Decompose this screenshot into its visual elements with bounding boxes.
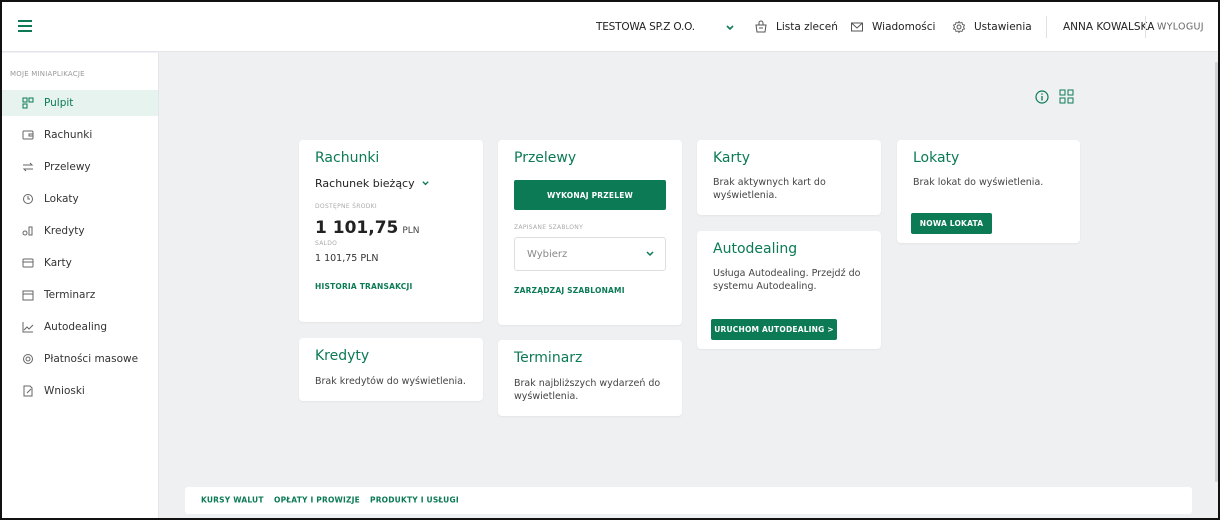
company-name[interactable]: TESTOWA SP.Z O.O. xyxy=(596,21,695,33)
top-bar: TESTOWA SP.Z O.O. Lista zleceń Wiadomośc… xyxy=(2,2,1218,52)
sidebar-item-label: Terminarz xyxy=(44,289,96,301)
separator xyxy=(1046,16,1047,38)
sidebar-item-lokaty[interactable]: Lokaty xyxy=(2,186,158,212)
cards-empty-text: Brak aktywnych kart do wyświetlenia. xyxy=(713,177,826,201)
info-icon[interactable] xyxy=(1035,90,1049,104)
envelope-icon xyxy=(851,22,863,32)
schedule-empty-text: Brak najbliższych wydarzeń do wyświetlen… xyxy=(514,378,661,402)
card-icon xyxy=(22,258,34,268)
chevron-down-icon xyxy=(646,251,654,257)
sidebar-item-label: Lokaty xyxy=(44,193,79,205)
orders-link[interactable]: Lista zleceń xyxy=(754,18,838,36)
dashboard-icon xyxy=(22,97,34,109)
templates-placeholder: Wybierz xyxy=(527,248,568,260)
launch-autodealing-button[interactable]: URUCHOM AUTODEALING > xyxy=(711,319,837,340)
autodealing-title: Autodealing xyxy=(713,241,798,257)
calendar-icon xyxy=(22,290,34,301)
settings-link[interactable]: Ustawienia xyxy=(952,18,1032,36)
exchange-rates-link[interactable]: KURSY WALUT xyxy=(201,496,264,505)
products-link[interactable]: PRODUKTY I USŁUGI xyxy=(370,496,459,505)
cards-card: Karty Brak aktywnych kart do wyświetleni… xyxy=(697,140,881,215)
credit-icon xyxy=(22,226,33,236)
footer-bar: KURSY WALUT OPŁATY I PROWIZJE PRODUKTY I… xyxy=(185,487,1192,514)
user-name[interactable]: ANNA KOWALSKA xyxy=(1063,21,1154,33)
gear-icon xyxy=(952,20,966,34)
sidebar-item-pulpit[interactable]: Pulpit xyxy=(2,90,158,116)
messages-label: Wiadomości xyxy=(872,21,936,33)
accounts-card: Rachunki Rachunek bieżący DOSTĘPNE ŚRODK… xyxy=(299,140,483,322)
sidebar-item-wnioski[interactable]: Wnioski xyxy=(2,378,158,404)
schedule-card: Terminarz Brak najbliższych wydarzeń do … xyxy=(498,340,682,416)
sidebar-item-przelewy[interactable]: Przelewy xyxy=(2,154,158,180)
messages-link[interactable]: Wiadomości xyxy=(850,18,935,36)
chevron-down-icon[interactable] xyxy=(724,20,736,34)
balance-label: SALDO xyxy=(315,240,338,247)
sidebar-item-terminarz[interactable]: Terminarz xyxy=(2,282,158,308)
transfers-title: Przelewy xyxy=(514,150,577,166)
execute-transfer-button[interactable]: WYKONAJ PRZELEW xyxy=(514,180,666,210)
sidebar-item-label: Kredyty xyxy=(44,225,85,237)
deposits-card: Lokaty Brak lokat do wyświetlenia. NOWA … xyxy=(897,140,1080,243)
settings-label: Ustawienia xyxy=(974,21,1032,33)
separator xyxy=(1145,16,1146,38)
account-select[interactable]: Rachunek bieżący xyxy=(315,177,430,190)
chart-icon xyxy=(22,322,34,333)
saved-templates-label: ZAPISANE SZABLONY xyxy=(514,224,584,231)
app-frame: TESTOWA SP.Z O.O. Lista zleceń Wiadomośc… xyxy=(0,0,1220,520)
sidebar-item-kredyty[interactable]: Kredyty xyxy=(2,218,158,244)
available-amount: 1 101,75 xyxy=(315,218,399,238)
sidebar-item-label: Pulpit xyxy=(44,97,74,109)
sidebar-item-karty[interactable]: Karty xyxy=(2,250,158,276)
sidebar-item-platnosci-masowe[interactable]: Płatności masowe xyxy=(2,346,158,372)
sidebar-item-label: Rachunki xyxy=(44,129,93,141)
sidebar-item-label: Karty xyxy=(44,257,72,269)
schedule-title: Terminarz xyxy=(514,350,583,366)
sidebar-item-autodealing[interactable]: Autodealing xyxy=(2,314,158,340)
transaction-history-link[interactable]: HISTORIA TRANSAKCJI xyxy=(315,282,412,291)
fees-link[interactable]: OPŁATY I PROWIZJE xyxy=(274,496,360,505)
deposit-icon xyxy=(23,194,33,204)
credits-empty-text: Brak kredytów do wyświetlenia. xyxy=(315,376,466,387)
cards-title: Karty xyxy=(713,150,751,166)
sidebar: MOJE MINIAPLIKACJE Pulpit Rachunki Przel… xyxy=(2,53,159,518)
transfers-card: Przelewy WYKONAJ PRZELEW ZAPISANE SZABLO… xyxy=(498,140,682,325)
available-funds-label: DOSTĘPNE ŚRODKI xyxy=(315,203,377,210)
orders-label: Lista zleceń xyxy=(776,21,838,33)
deposits-title: Lokaty xyxy=(913,150,960,166)
manage-templates-link[interactable]: ZARZĄDZAJ SZABLONAMI xyxy=(514,286,625,295)
available-funds: 1 101,75 PLN xyxy=(315,218,420,238)
transfer-icon xyxy=(22,162,34,172)
mass-payment-icon xyxy=(23,354,33,364)
deposits-empty-text: Brak lokat do wyświetlenia. xyxy=(913,177,1044,188)
logout-button[interactable]: WYLOGUJ xyxy=(1157,22,1204,33)
credits-title: Kredyty xyxy=(315,348,370,364)
scrollbar[interactable] xyxy=(1215,62,1218,482)
wallet-icon xyxy=(22,130,34,140)
available-currency: PLN xyxy=(402,226,420,236)
chevron-down-icon xyxy=(421,181,429,186)
accounts-title: Rachunki xyxy=(315,150,380,166)
autodealing-card: Autodealing Usługa Autodealing. Przejdź … xyxy=(697,231,881,349)
new-deposit-button[interactable]: NOWA LOKATA xyxy=(911,213,992,234)
menu-icon[interactable] xyxy=(18,20,32,32)
sidebar-item-label: Autodealing xyxy=(44,321,108,333)
sidebar-item-label: Wnioski xyxy=(44,385,85,397)
customize-grid-icon[interactable] xyxy=(1059,89,1075,105)
sidebar-title: MOJE MINIAPLIKACJE xyxy=(10,70,85,78)
autodealing-text: Usługa Autodealing. Przejdź do systemu A… xyxy=(713,268,861,292)
basket-icon xyxy=(755,20,767,33)
templates-select[interactable]: Wybierz xyxy=(514,237,666,271)
balance-value: 1 101,75 PLN xyxy=(315,253,379,264)
sidebar-item-rachunki[interactable]: Rachunki xyxy=(2,122,158,148)
sidebar-item-label: Płatności masowe xyxy=(44,353,139,365)
credits-card: Kredyty Brak kredytów do wyświetlenia. xyxy=(299,338,483,401)
account-type: Rachunek bieżący xyxy=(315,177,415,190)
sidebar-item-label: Przelewy xyxy=(44,161,91,173)
application-icon xyxy=(23,385,33,397)
